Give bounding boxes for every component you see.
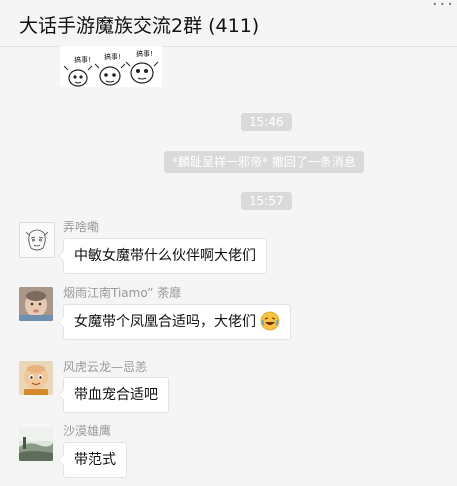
sender-name: 风虎云龙—忌恙 [63,360,148,374]
sticker-label-2: 搞事! [104,52,121,61]
chat-header: 大话手游魔族交流2群 (411) ··· [0,0,457,47]
timestamp-1: 15:46 [241,113,292,131]
more-options-button[interactable]: ··· [415,0,455,15]
timestamp-2: 15:57 [241,192,292,210]
message-text: 女魔带个凤凰合适吗，大佬们 [74,314,256,330]
message-bubble[interactable]: 中敏女魔带什么伙伴啊大佬们 [58,238,267,274]
chat-window: 大话手游魔族交流2群 (411) ··· 搞事! 搞事! 搞事! 15:46 *… [0,0,457,486]
laughing-emoji-icon [260,311,280,330]
baby-photo-avatar-icon [19,287,53,321]
chat-title: 大话手游魔族交流2群 (411) [19,15,260,37]
message-bubble[interactable]: 女魔带个凤凰合适吗，大佬们 [58,304,291,340]
cartoon-boy-avatar-icon [19,361,53,395]
message-bubble[interactable]: 带血宠合适吧 [58,377,169,413]
sticker-drawing: 搞事! 搞事! 搞事! [60,46,162,87]
sender-name: 沙漠雄鹰 [63,424,112,438]
sketch-face-avatar-icon [20,223,54,257]
sender-avatar[interactable] [19,222,55,258]
sticker-label-1: 搞事! [74,55,91,64]
message-bubble[interactable]: 带范式 [58,442,127,478]
landscape-avatar-icon [19,427,53,461]
sender-avatar[interactable] [19,287,53,321]
recall-notice: *麟趾呈祥一邪帝* 撤回了一条消息 [164,151,364,173]
sender-name: 弄啥嘞 [63,220,100,234]
sender-avatar[interactable] [19,427,53,461]
sticker-label-3: 搞事! [136,49,153,58]
sender-name: 烟雨江南Tiamo” 荼靡 [63,286,182,300]
sender-avatar[interactable] [19,361,53,395]
sticker-image[interactable]: 搞事! 搞事! 搞事! [60,46,162,87]
